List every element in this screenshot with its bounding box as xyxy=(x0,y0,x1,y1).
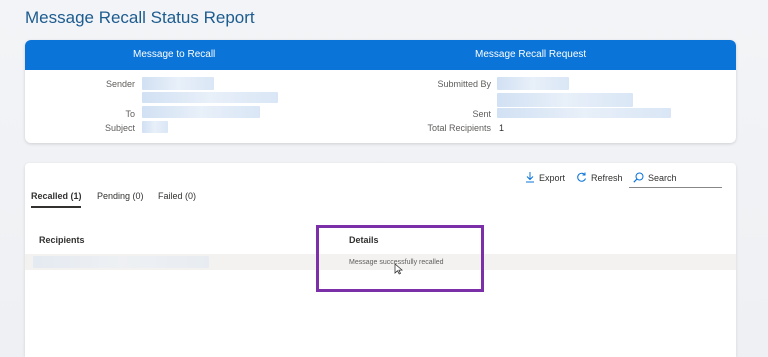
refresh-button[interactable]: Refresh xyxy=(576,172,623,183)
sent-value-redacted-2 xyxy=(497,108,671,118)
mouse-cursor-icon xyxy=(394,263,403,275)
summary-header-bar: Message to Recall Message Recall Request xyxy=(25,40,736,70)
sender-value-redacted-2 xyxy=(142,92,278,103)
subject-label: Subject xyxy=(104,123,135,133)
sent-value-redacted xyxy=(497,93,633,107)
recipient-value-redacted xyxy=(33,256,209,268)
refresh-label: Refresh xyxy=(591,172,623,183)
download-icon xyxy=(526,172,534,183)
tab-pending[interactable]: Pending (0) xyxy=(97,191,144,201)
recall-summary-card: Message to Recall Message Recall Request… xyxy=(25,40,736,143)
total-recipients-value: 1 xyxy=(499,123,505,133)
tab-recalled[interactable]: Recalled (1) xyxy=(31,191,82,201)
message-recall-request-header: Message Recall Request xyxy=(475,49,587,60)
search-input[interactable]: Search xyxy=(629,171,722,188)
refresh-icon xyxy=(577,172,586,182)
submitted-by-value-redacted xyxy=(497,77,569,90)
to-value-redacted xyxy=(142,106,260,118)
page-title: Message Recall Status Report xyxy=(25,8,255,27)
recipients-column-header: Recipients xyxy=(39,235,85,245)
highlight-box xyxy=(316,225,484,292)
submitted-by-label: Submitted By xyxy=(437,79,491,89)
tab-failed[interactable]: Failed (0) xyxy=(158,191,196,201)
to-label: To xyxy=(125,109,135,119)
total-recipients-label: Total Recipients xyxy=(427,123,491,133)
sender-value-redacted xyxy=(142,77,214,90)
active-tab-indicator xyxy=(31,206,81,208)
search-placeholder: Search xyxy=(648,172,677,183)
search-icon xyxy=(633,172,644,183)
subject-value-redacted xyxy=(142,121,168,133)
export-button[interactable]: Export xyxy=(525,172,565,183)
sender-label: Sender xyxy=(105,79,135,89)
sent-label: Sent xyxy=(472,109,491,119)
export-label: Export xyxy=(539,172,566,183)
message-to-recall-header: Message to Recall xyxy=(133,49,216,60)
